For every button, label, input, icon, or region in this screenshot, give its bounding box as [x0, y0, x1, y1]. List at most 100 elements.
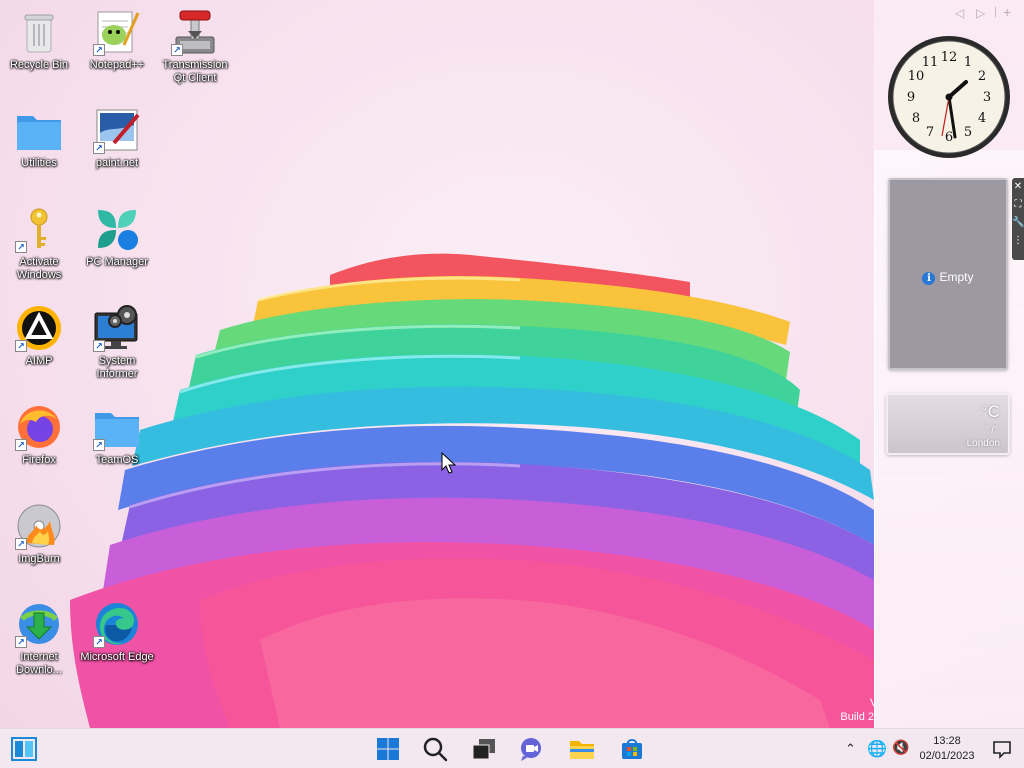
slideshow-empty-label: Empty [939, 270, 974, 284]
desktop-icon-firefox[interactable]: ↗ Firefox [0, 403, 78, 495]
svg-text:10: 10 [908, 69, 925, 84]
sidebar-add-gadget-icon[interactable]: + [1003, 4, 1011, 20]
desktop-icon-paint-net[interactable]: ↗ paint.net [78, 106, 156, 198]
desktop-icon-label: System Informer [96, 355, 138, 380]
svg-text:3: 3 [983, 90, 991, 105]
taskbar-time: 13:28 [933, 735, 961, 747]
notepad-plus-plus-icon: ↗ [93, 8, 141, 56]
desktop-icon-activate-windows[interactable]: ↗ Activate Windows [0, 205, 78, 297]
desktop-icon-system-informer[interactable]: ↗ System Informer [78, 304, 156, 396]
desktop-icon-recycle-bin[interactable]: Recycle Bin [0, 8, 78, 100]
shortcut-arrow-icon: ↗ [15, 241, 27, 253]
desktop-icon-label: PC Manager [86, 256, 148, 268]
recycle-bin-icon [15, 8, 63, 56]
desktop-icon-teamos[interactable]: ↗ TeamOS [78, 403, 156, 495]
windows-build-watermark: V Build 2 [838, 696, 874, 724]
desktop-icon-label: TeamOS [95, 454, 139, 466]
mouse-cursor-icon [441, 452, 457, 474]
widgets-button[interactable] [10, 735, 38, 763]
watermark-line-1: V [870, 697, 874, 709]
notifications-button[interactable] [988, 735, 1016, 763]
svg-text:11: 11 [922, 55, 939, 70]
desktop-icon-label: Notepad++ [89, 59, 145, 71]
taskbar: ⌃ 🌐 🔇 13:28 02/01/2023 [0, 728, 1024, 768]
desktop-icon-label: AIMP [25, 355, 53, 367]
desktop-icon-label: Activate Windows [16, 256, 62, 281]
shortcut-arrow-icon: ↗ [93, 636, 105, 648]
internet-download-manager-icon: ↗ [15, 600, 63, 648]
task-view-button[interactable] [470, 735, 498, 763]
edge-icon: ↗ [93, 600, 141, 648]
task-view-icon [472, 739, 495, 760]
svg-text:8: 8 [912, 111, 920, 126]
file-explorer-icon [570, 741, 594, 759]
folder-icon [15, 106, 63, 154]
microsoft-store-button[interactable] [618, 735, 646, 763]
widgets-icon [11, 737, 37, 761]
search-icon [423, 737, 448, 762]
gadget-toolbar: ✕ ⛶ 🔧 ⋮ [1012, 178, 1024, 260]
shortcut-arrow-icon: ↗ [93, 44, 105, 56]
search-button[interactable] [421, 735, 449, 763]
slideshow-empty-message: i Empty [890, 270, 1006, 285]
wrench-icon[interactable]: 🔧 [1012, 214, 1024, 232]
desktop-icon-label: Utilities [21, 157, 57, 169]
svg-text:7: 7 [926, 125, 934, 140]
desktop-icon-label: ImgBurn [18, 553, 60, 565]
clock-button[interactable]: 13:28 02/01/2023 [918, 734, 976, 764]
shortcut-arrow-icon: ↗ [93, 340, 105, 352]
watermark-line-2: Build 2 [840, 711, 874, 723]
desktop-icon-label: Recycle Bin [9, 59, 69, 71]
drag-handle-icon[interactable]: ⋮ [1012, 232, 1024, 250]
shortcut-arrow-icon: ↗ [15, 538, 27, 550]
close-icon[interactable]: ✕ [1012, 178, 1024, 196]
desktop-icon-internet-download-manager[interactable]: ↗ Internet Downlo... [0, 600, 78, 692]
desktop-icon-utilities[interactable]: Utilities [0, 106, 78, 198]
volume-muted-icon[interactable]: 🔇 [892, 739, 909, 756]
svg-text:1: 1 [964, 55, 972, 70]
clock-gadget[interactable]: 12 1 2 345 678 9 10 11 [886, 34, 1012, 160]
firefox-icon: ↗ [15, 403, 63, 451]
teams-chat-button[interactable] [518, 735, 546, 763]
desktop-icon-label: Transmission Qt Client [162, 59, 228, 84]
svg-text:9: 9 [907, 90, 915, 105]
slideshow-gadget[interactable]: i Empty [888, 178, 1008, 370]
file-explorer-button[interactable] [568, 735, 596, 763]
weather-city: London [966, 438, 1000, 449]
sidebar-prev-icon[interactable]: ◁ [955, 6, 964, 20]
windows-logo-icon [377, 738, 399, 760]
weather-gadget[interactable]: °C ° /° London [886, 393, 1010, 455]
weather-unit: °C [980, 402, 1000, 421]
desktop-icon-aimp[interactable]: ↗ AIMP [0, 304, 78, 396]
imgburn-icon: ↗ [15, 502, 63, 550]
desktop-icon-imgburn[interactable]: ↗ ImgBurn [0, 502, 78, 594]
desktop-icon-label: paint.net [95, 157, 139, 169]
shortcut-arrow-icon: ↗ [93, 439, 105, 451]
desktop-icon-microsoft-edge[interactable]: ↗ Microsoft Edge [78, 600, 156, 692]
chat-icon [521, 738, 541, 761]
aimp-icon: ↗ [15, 304, 63, 352]
start-button[interactable] [374, 735, 402, 763]
svg-text:2: 2 [978, 69, 986, 84]
resize-icon[interactable]: ⛶ [1012, 196, 1024, 214]
taskbar-date: 02/01/2023 [919, 750, 975, 762]
desktop-icon-label: Firefox [22, 454, 56, 466]
weather-temps: ° /° [984, 425, 998, 436]
chevron-up-icon[interactable]: ⌃ [845, 741, 856, 757]
desktop-icon-label: Internet Downlo... [16, 651, 62, 676]
desktop-icon-notepad-plus-plus[interactable]: ↗ Notepad++ [78, 8, 156, 100]
shortcut-arrow-icon: ↗ [15, 636, 27, 648]
system-informer-icon: ↗ [93, 304, 141, 352]
notification-icon [993, 741, 1011, 759]
clock-face-icon: 12 12 345 678 91011 [888, 36, 1010, 158]
desktop-icon-pc-manager[interactable]: PC Manager [78, 205, 156, 297]
svg-text:4: 4 [978, 111, 986, 126]
sidebar-next-icon[interactable]: ▷ [976, 6, 985, 20]
paint-net-icon: ↗ [93, 106, 141, 154]
desktop-icon-label: Microsoft Edge [80, 651, 154, 663]
desktop-icon-transmission[interactable]: ↗ Transmission Qt Client [156, 8, 234, 100]
shortcut-arrow-icon: ↗ [93, 142, 105, 154]
svg-text:6: 6 [945, 130, 953, 145]
network-globe-icon[interactable]: 🌐 [867, 739, 887, 759]
shortcut-arrow-icon: ↗ [15, 340, 27, 352]
